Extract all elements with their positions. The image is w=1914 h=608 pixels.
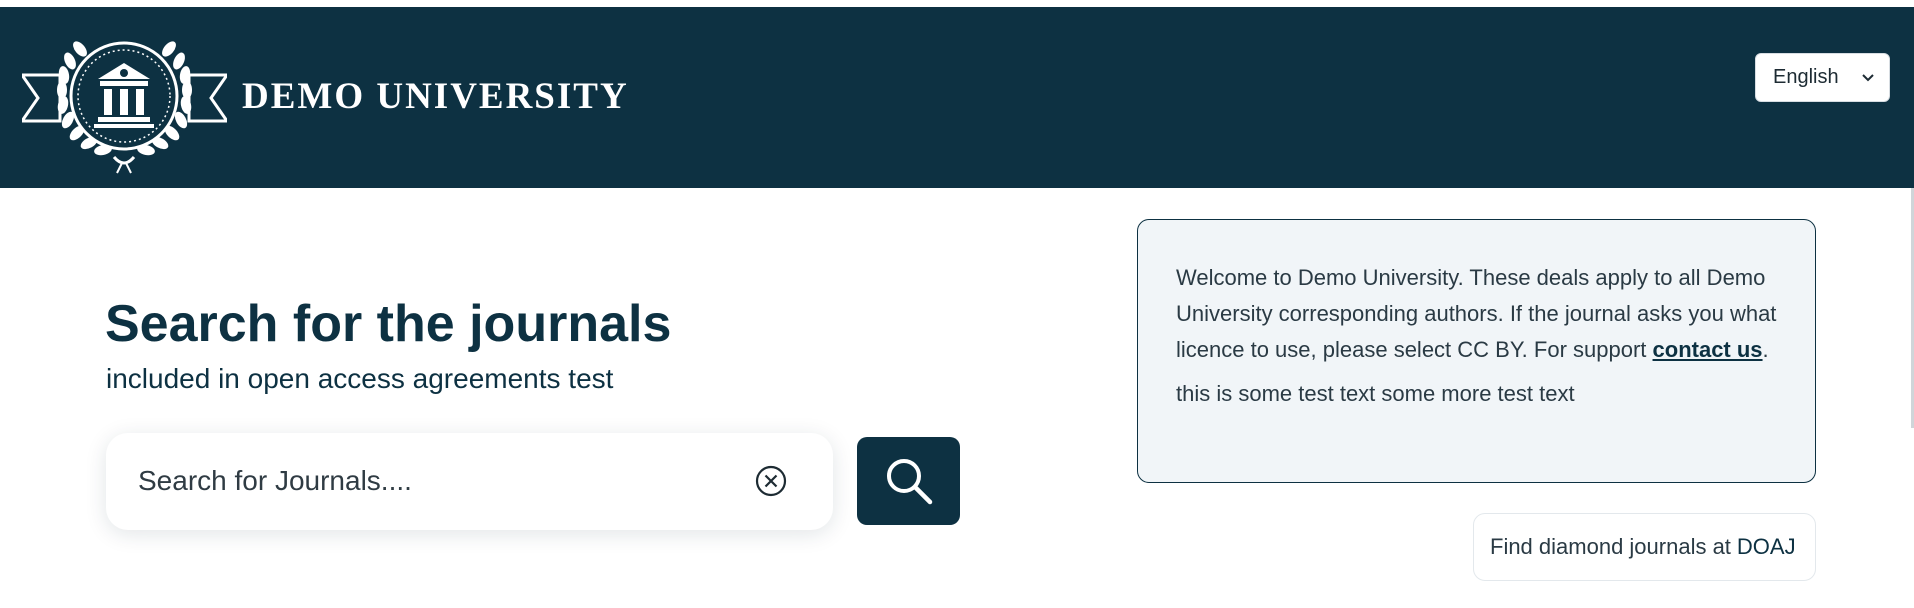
search-input[interactable] xyxy=(138,459,738,503)
doaj-link[interactable]: DOAJ xyxy=(1737,534,1796,560)
search-button[interactable] xyxy=(857,437,960,525)
top-border xyxy=(0,0,1914,7)
welcome-text: Welcome to Demo University. These deals … xyxy=(1176,265,1777,362)
doaj-box: Find diamond journals at DOAJ xyxy=(1473,513,1816,581)
welcome-info-panel: Welcome to Demo University. These deals … xyxy=(1137,219,1816,483)
page-title: Search for the journals xyxy=(105,295,672,353)
search-box xyxy=(106,433,833,530)
clear-circle-x-icon[interactable] xyxy=(754,464,788,498)
language-selected: English xyxy=(1773,66,1839,88)
language-select[interactable]: English xyxy=(1755,53,1890,102)
info-extra-text: this is some test text some more test te… xyxy=(1176,381,1575,406)
chevron-down-icon xyxy=(1862,74,1874,82)
university-crest-logo xyxy=(22,41,227,174)
page-subtitle: included in open access agreements test xyxy=(106,363,614,394)
site-header: DEMO UNIVERSITY English xyxy=(0,7,1914,188)
university-name: DEMO UNIVERSITY xyxy=(242,76,629,117)
search-icon xyxy=(886,459,932,505)
contact-us-link[interactable]: contact us xyxy=(1653,337,1763,362)
doaj-text: Find diamond journals at xyxy=(1490,534,1731,559)
